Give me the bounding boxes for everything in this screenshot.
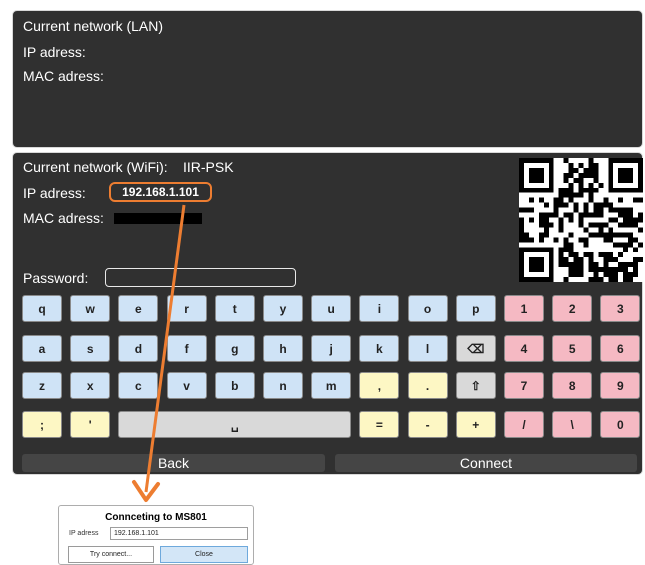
key-r2-7[interactable]: , — [359, 372, 400, 399]
key-r2-4[interactable]: b — [214, 372, 255, 399]
lan-network-panel: Current network (LAN) IP adress: MAC adr… — [12, 10, 643, 148]
dialog-ip-label: IP adress — [69, 530, 99, 537]
wifi-ip-value: 192.168.1.101 — [109, 182, 212, 202]
key-r0-8[interactable]: o — [407, 295, 448, 322]
key-backspace[interactable]: ⌫ — [455, 335, 496, 362]
key-r0-6[interactable]: u — [311, 295, 352, 322]
lan-mac-label: MAC adress: — [23, 68, 104, 84]
key-r1-2[interactable]: d — [118, 335, 159, 362]
key-r0-10[interactable]: 1 — [504, 295, 544, 322]
password-input[interactable] — [105, 268, 296, 287]
key-r0-2[interactable]: e — [118, 295, 159, 322]
key-r1-4[interactable]: g — [214, 335, 255, 362]
mac-address-redacted — [114, 213, 202, 224]
key-r3-0[interactable]: ; — [22, 411, 62, 438]
key-r3-7[interactable]: \ — [552, 411, 593, 438]
key-space[interactable]: ␣ — [118, 411, 352, 438]
key-r0-7[interactable]: i — [359, 295, 400, 322]
key-r1-8[interactable]: l — [407, 335, 448, 362]
key-r1-10[interactable]: 4 — [504, 335, 544, 362]
key-r3-6[interactable]: / — [504, 411, 544, 438]
back-button[interactable]: Back — [22, 454, 325, 472]
key-r3-4[interactable]: - — [407, 411, 448, 438]
key-r2-11[interactable]: 8 — [552, 372, 593, 399]
key-r2-3[interactable]: v — [166, 372, 207, 399]
key-r2-2[interactable]: c — [118, 372, 159, 399]
key-r2-0[interactable]: z — [22, 372, 62, 399]
wifi-ip-label: IP adress: — [23, 185, 86, 201]
lan-title: Current network (LAN) — [23, 18, 164, 34]
key-r1-3[interactable]: f — [166, 335, 207, 362]
key-r1-7[interactable]: k — [359, 335, 400, 362]
wifi-network-panel: Current network (WiFi): IIR-PSK IP adres… — [12, 152, 643, 475]
connect-dialog: Connceting to MS801 IP adress 192.168.1.… — [58, 505, 254, 565]
password-label: Password: — [23, 270, 89, 286]
key-r1-12[interactable]: 6 — [600, 335, 641, 362]
key-r0-4[interactable]: t — [214, 295, 255, 322]
key-r2-8[interactable]: . — [407, 372, 448, 399]
try-connect-button[interactable]: Try connect... — [68, 546, 154, 563]
key-r0-3[interactable]: r — [166, 295, 207, 322]
key-r0-12[interactable]: 3 — [600, 295, 641, 322]
key-r0-5[interactable]: y — [263, 295, 303, 322]
key-r2-5[interactable]: n — [263, 372, 303, 399]
dialog-title: Connceting to MS801 — [105, 512, 207, 523]
connect-button[interactable]: Connect — [335, 454, 637, 472]
key-r2-1[interactable]: x — [70, 372, 111, 399]
wifi-title: Current network (WiFi): — [23, 159, 168, 175]
key-r3-3[interactable]: = — [359, 411, 400, 438]
key-r3-5[interactable]: + — [455, 411, 496, 438]
key-r0-11[interactable]: 2 — [552, 295, 593, 322]
wifi-mac-label: MAC adress: — [23, 210, 104, 226]
close-button[interactable]: Close — [160, 546, 248, 563]
key-shift[interactable]: ⇧ — [455, 372, 496, 399]
key-r1-11[interactable]: 5 — [552, 335, 593, 362]
key-r2-6[interactable]: m — [311, 372, 352, 399]
key-r3-8[interactable]: 0 — [600, 411, 641, 438]
key-r0-9[interactable]: p — [455, 295, 496, 322]
key-r1-5[interactable]: h — [263, 335, 303, 362]
key-r0-0[interactable]: q — [22, 295, 62, 322]
key-r1-1[interactable]: s — [70, 335, 111, 362]
key-r2-10[interactable]: 7 — [504, 372, 544, 399]
qr-code — [519, 158, 643, 282]
key-r0-1[interactable]: w — [70, 295, 111, 322]
key-r2-12[interactable]: 9 — [600, 372, 641, 399]
wifi-ssid: IIR-PSK — [183, 159, 234, 175]
key-r1-6[interactable]: j — [311, 335, 352, 362]
key-r1-0[interactable]: a — [22, 335, 62, 362]
key-r3-1[interactable]: ' — [70, 411, 111, 438]
dialog-ip-field[interactable]: 192.168.1.101 — [110, 527, 248, 540]
lan-ip-label: IP adress: — [23, 44, 86, 60]
